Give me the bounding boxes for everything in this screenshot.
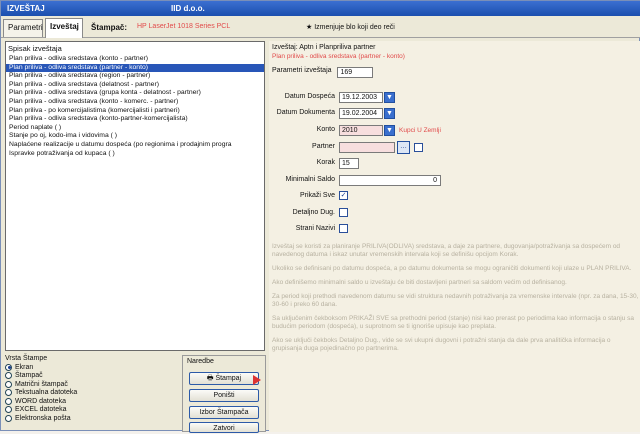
- tab-parametri[interactable]: Parametri: [3, 19, 43, 37]
- help-text: Izveštaj se koristi za planiranje PRILIV…: [272, 243, 640, 359]
- report-item[interactable]: Stanje po oj, kodo-ima i vidovima ( ): [6, 132, 264, 141]
- search-hint-label: Izmenjuje blo koji deo reči: [314, 24, 395, 31]
- help-paragraph: Sa uključenim čekboksom PRIKAŽI SVE sa p…: [272, 315, 635, 330]
- printer-value: HP LaserJet 1018 Series PCL: [137, 23, 231, 30]
- report-item[interactable]: Naplaćene realizacije u datumu dospeća (…: [6, 141, 264, 150]
- report-list-header: Spisak izveštaja: [8, 44, 62, 53]
- strani-nazivi-label: Strani Nazivi: [295, 225, 335, 232]
- report-item[interactable]: Plan priliva - odliva sredstava (konto -…: [6, 55, 264, 64]
- partner-checkbox[interactable]: [414, 143, 423, 152]
- help-paragraph: Izveštaj se koristi za planiranje PRILIV…: [272, 243, 621, 258]
- radio-dot[interactable]: [5, 380, 12, 388]
- help-paragraph: Ako se uključi čekboks Detaljno Dug., vi…: [272, 337, 611, 352]
- help-paragraph: Za period koji prethodi navedenom datumu…: [272, 293, 639, 308]
- minimalni-saldo-label: Minimalni Saldo: [285, 176, 335, 183]
- report-item[interactable]: Plan priliva - odliva sredstava (grupa k…: [6, 89, 264, 98]
- minimalni-saldo-input[interactable]: 0: [339, 175, 441, 186]
- korak-input[interactable]: 15: [339, 158, 359, 169]
- window-title: IZVEŠTAJ: [7, 4, 45, 13]
- commands-header: Naredbe: [187, 358, 214, 365]
- print-button[interactable]: 🖶 Štampaj: [189, 372, 259, 385]
- detaljno-checkbox[interactable]: [339, 208, 348, 217]
- report-item[interactable]: Plan priliva - odliva sredstava (region …: [6, 72, 264, 81]
- datum-dokumenta-label: Datum Dokumenta: [276, 109, 335, 116]
- radio-label: Tekstualna datoteka: [15, 389, 78, 397]
- report-item[interactable]: Period naplate ( ): [6, 124, 264, 133]
- radio-dot[interactable]: [5, 397, 12, 405]
- report-item[interactable]: Plan priliva - odliva sredstava (delatno…: [6, 81, 264, 90]
- prikazi-sve-checkbox[interactable]: ✓: [339, 191, 348, 200]
- konto-input[interactable]: 2010: [339, 125, 383, 136]
- chevron-down-icon[interactable]: ▼: [384, 108, 395, 119]
- help-paragraph: Ako definišemo minimalni saldo u izvešta…: [272, 279, 567, 286]
- radio-label: Štampač: [15, 372, 43, 380]
- cancel-button[interactable]: Poništi: [189, 389, 259, 402]
- report-list-panel: Spisak izveštaja Plan priliva - odliva s…: [5, 41, 265, 351]
- radio-dot[interactable]: [5, 406, 12, 414]
- radio-email[interactable]: Elektronska pošta: [5, 414, 175, 423]
- print-button-label: Štampaj: [215, 375, 242, 382]
- report-item[interactable]: Ispravke potraživanja od kupaca ( ): [6, 150, 264, 159]
- detaljno-label: Detaljno Dug.: [292, 209, 335, 216]
- radio-dot[interactable]: [5, 414, 12, 422]
- prikazi-sve-label: Prikaži Sve: [299, 192, 335, 199]
- report-item[interactable]: Plan priliva - odliva sredstava (konto-p…: [6, 115, 264, 124]
- search-hint: ★ Izmenjuje blo koji deo reči: [306, 24, 395, 31]
- partner-input[interactable]: [339, 142, 395, 153]
- params-select[interactable]: 169: [337, 67, 374, 78]
- radio-tekstualna[interactable]: Tekstualna datoteka: [5, 389, 175, 398]
- datum-dospeca-input[interactable]: 19.12.2003: [339, 92, 383, 103]
- params-selector: Parametri izveštaja 169: [272, 65, 374, 78]
- print-type-group: Vrsta Štampe Ekran Štampač Matrični štam…: [5, 355, 175, 432]
- radio-dot[interactable]: [5, 372, 12, 380]
- radio-label: EXCEL datoteka: [15, 406, 67, 414]
- datum-dospeca-label: Datum Dospeća: [284, 93, 335, 100]
- report-item-selected[interactable]: Plan priliva - odliva sredstava (partner…: [6, 63, 264, 73]
- printer-icon: 🖶: [206, 375, 214, 382]
- choose-printer-button[interactable]: Izbor Štampača: [189, 406, 259, 419]
- report-title: Izveštaj: Aptn i Planpriliva partner: [272, 44, 376, 51]
- params-label: Parametri izveštaja: [272, 67, 332, 74]
- app-window: IZVEŠTAJ IID d.o.o. Parametri Izveštaj Š…: [0, 0, 640, 433]
- radio-excel[interactable]: EXCEL datoteka: [5, 406, 175, 415]
- radio-word[interactable]: WORD datoteka: [5, 397, 175, 406]
- chevron-down-icon[interactable]: ▼: [384, 92, 395, 103]
- tab-izvestaj[interactable]: Izveštaj: [45, 18, 83, 38]
- parameters-panel: Izveštaj: Aptn i Planpriliva partner Pla…: [269, 41, 640, 432]
- radio-stampac[interactable]: Štampač: [5, 372, 175, 381]
- radio-label: Ekran: [15, 363, 34, 371]
- printer-label: Štampač:: [91, 23, 128, 32]
- chevron-down-icon[interactable]: ▼: [384, 125, 395, 136]
- datum-dokumenta-input[interactable]: 19.02.2004: [339, 108, 383, 119]
- close-button[interactable]: Zatvori: [189, 422, 259, 433]
- radio-dot-selected[interactable]: [5, 363, 12, 371]
- konto-description: Kupci U Zemlji: [399, 127, 441, 134]
- report-item[interactable]: Plan priliva - odliva sredstava (konto -…: [6, 98, 264, 107]
- title-bar: IZVEŠTAJ IID d.o.o.: [1, 1, 640, 16]
- commands-group: Naredbe 🖶 Štampaj Poništi Izbor Štampača…: [182, 355, 266, 433]
- radio-label: Elektronska pošta: [15, 414, 71, 422]
- konto-label: Konto: [316, 126, 335, 133]
- strani-nazivi-checkbox[interactable]: [339, 224, 348, 233]
- help-paragraph: Ukoliko se definisani po datumu dospeća,…: [272, 265, 632, 272]
- radio-dot[interactable]: [5, 389, 12, 397]
- print-type-header: Vrsta Štampe: [5, 355, 48, 362]
- radio-ekran[interactable]: Ekran: [5, 363, 175, 372]
- pointer-arrow-icon: [253, 375, 261, 385]
- lookup-icon[interactable]: …: [397, 141, 410, 154]
- radio-matricni[interactable]: Matrični štampač: [5, 380, 175, 389]
- params-value: 169: [340, 69, 353, 76]
- report-item[interactable]: Plan priliva - po komercijalistima (kome…: [6, 107, 264, 116]
- partner-label: Partner: [312, 143, 335, 150]
- company-name: IID d.o.o.: [171, 4, 205, 13]
- tab-row: Parametri Izveštaj Štampač: HP LaserJet …: [1, 16, 640, 38]
- radio-label: Matrični štampač: [15, 380, 68, 388]
- report-subtitle: Plan priliva - odliva sredstava (partner…: [272, 53, 405, 60]
- radio-label: WORD datoteka: [15, 397, 66, 405]
- report-list: Plan priliva - odliva sredstava (konto -…: [6, 55, 264, 158]
- korak-label: Korak: [316, 159, 335, 166]
